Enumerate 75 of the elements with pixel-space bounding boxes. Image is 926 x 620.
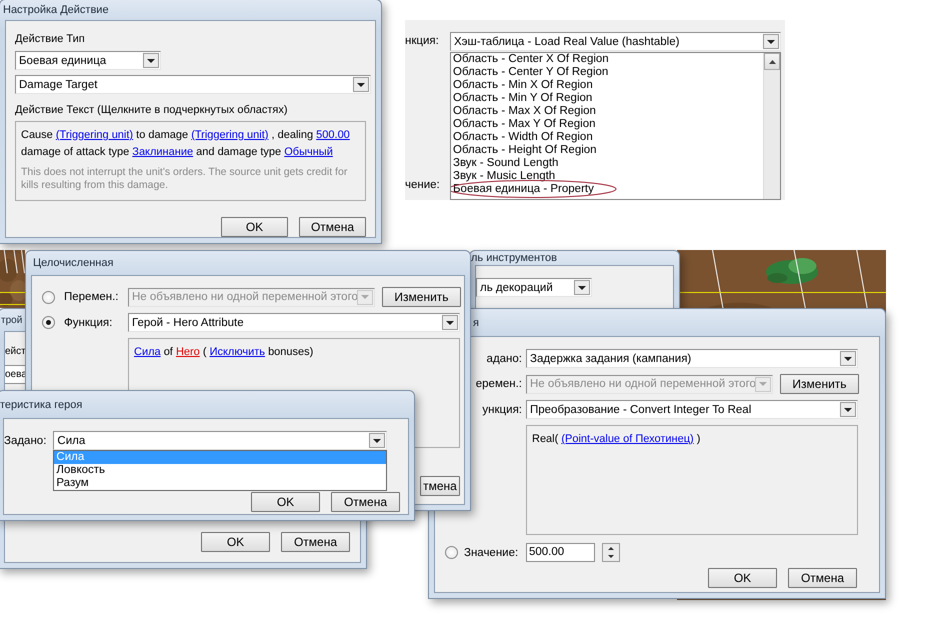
dropdown-field[interactable]: Преобразование - Convert Integer To Real: [526, 400, 858, 419]
field-label: Перемен.:: [64, 291, 120, 303]
field-label: ейст: [5, 346, 26, 357]
dropdown-field[interactable]: Хэш-таблица - Load Real Value (hashtable): [450, 32, 781, 51]
field-label: Действие Тип: [15, 33, 86, 45]
caret-icon: [446, 320, 454, 324]
window-title: Настройка Действие: [3, 4, 109, 16]
link[interactable]: Сила: [134, 346, 161, 358]
list-item[interactable]: Область - Min Y Of Region: [451, 92, 763, 105]
window-title: я: [473, 316, 479, 328]
dropdown-field[interactable]: Damage Target: [15, 75, 371, 94]
list-item[interactable]: Область - Width Of Region: [451, 131, 763, 144]
caret-icon: [767, 40, 775, 44]
caret-icon: [759, 382, 767, 386]
field-label: Функция:: [64, 316, 114, 328]
caret-icon: [844, 356, 852, 360]
link[interactable]: Исключить: [210, 346, 265, 358]
link[interactable]: Заклинание: [132, 146, 194, 158]
link[interactable]: (Triggering unit): [56, 129, 134, 141]
list-item[interactable]: Звук - Music Length: [451, 170, 763, 183]
list-item[interactable]: Область - Height Of Region: [451, 144, 763, 157]
field-label: ункция:: [481, 404, 523, 416]
link[interactable]: Обычный: [284, 146, 333, 158]
link[interactable]: (Triggering unit): [191, 129, 268, 141]
window-title: Целочисленная: [33, 257, 114, 269]
scrollbar[interactable]: [763, 53, 780, 199]
caret-icon: [357, 82, 365, 86]
field-label: Значение:: [464, 546, 520, 558]
link[interactable]: (Point-value of Пехотинец): [561, 433, 694, 445]
window-title: трой: [1, 314, 22, 326]
dialog-button[interactable]: OK: [221, 217, 288, 237]
list-item[interactable]: Звук - Sound Length: [451, 157, 763, 170]
field-label: Действие Текст (Щелкните в подчеркнутых областях): [15, 104, 289, 116]
caret-icon: [361, 295, 369, 299]
expression-text: Real( (Point-value of Пехотинец) ): [532, 432, 702, 447]
list-item[interactable]: Область - Max X Of Region: [451, 105, 763, 118]
field-label: чение:: [405, 179, 441, 191]
expression-text: Сила of Hero ( Исключить bonuses): [134, 345, 314, 360]
field-label: Задано:: [4, 434, 46, 446]
dialog-button[interactable]: OK: [251, 492, 320, 512]
list-item[interactable]: Область - Center X Of Region: [451, 53, 763, 66]
dialog-button[interactable]: Отмена: [331, 492, 400, 512]
caret-icon: [578, 286, 586, 290]
dialog-button[interactable]: OK: [201, 532, 270, 552]
dialog-button[interactable]: Отмена: [281, 532, 350, 552]
radio-button[interactable]: [42, 316, 55, 329]
caret-icon: [147, 58, 155, 62]
dropdown-field[interactable]: Задержка задания (кампания): [526, 349, 858, 368]
dialog-button[interactable]: тмена: [420, 476, 460, 496]
field-label: адано:: [486, 352, 523, 364]
list-item[interactable]: Область - Center Y Of Region: [451, 66, 763, 79]
dialog-button[interactable]: Отмена: [788, 568, 857, 588]
dropdown-field[interactable]: ль декораций: [476, 278, 592, 297]
dialog-button[interactable]: OK: [708, 568, 777, 588]
spinner-icon[interactable]: [602, 543, 620, 562]
list-item[interactable]: Область - Min X Of Region: [451, 79, 763, 92]
dialog-button[interactable]: Отмена: [299, 217, 366, 237]
dropdown-field[interactable]: Боевая единица: [15, 51, 161, 70]
link[interactable]: Hero: [176, 346, 200, 358]
action-sentence: Cause (Triggering unit) to damage (Triggering unit) , dealing 500.00 damage of attack type Заклинание and damage type Обычный: [21, 128, 351, 160]
number-input[interactable]: 500.00: [526, 543, 595, 562]
window-title: ль инструментов: [471, 252, 557, 264]
up-arrow-icon: [768, 60, 776, 64]
list-item[interactable]: Область - Max Y Of Region: [451, 118, 763, 131]
field-label: нкция:: [405, 35, 440, 47]
window-title: теристика героя: [0, 398, 82, 410]
action-note: This does not interrupt the unit's orders. The source unit gets credit for kills resulting from this damage.: [21, 166, 348, 192]
radio-button[interactable]: [445, 546, 458, 559]
link[interactable]: 500.00: [316, 129, 350, 141]
dropdown-field[interactable]: Герой - Hero Attribute: [128, 313, 460, 332]
caret-icon: [844, 408, 852, 412]
list-item[interactable]: Боевая единица - Property: [451, 183, 763, 196]
field-label: еремен.:: [474, 378, 523, 390]
dropdown-field[interactable]: Сила: [53, 431, 388, 450]
caret-icon: [373, 438, 382, 442]
